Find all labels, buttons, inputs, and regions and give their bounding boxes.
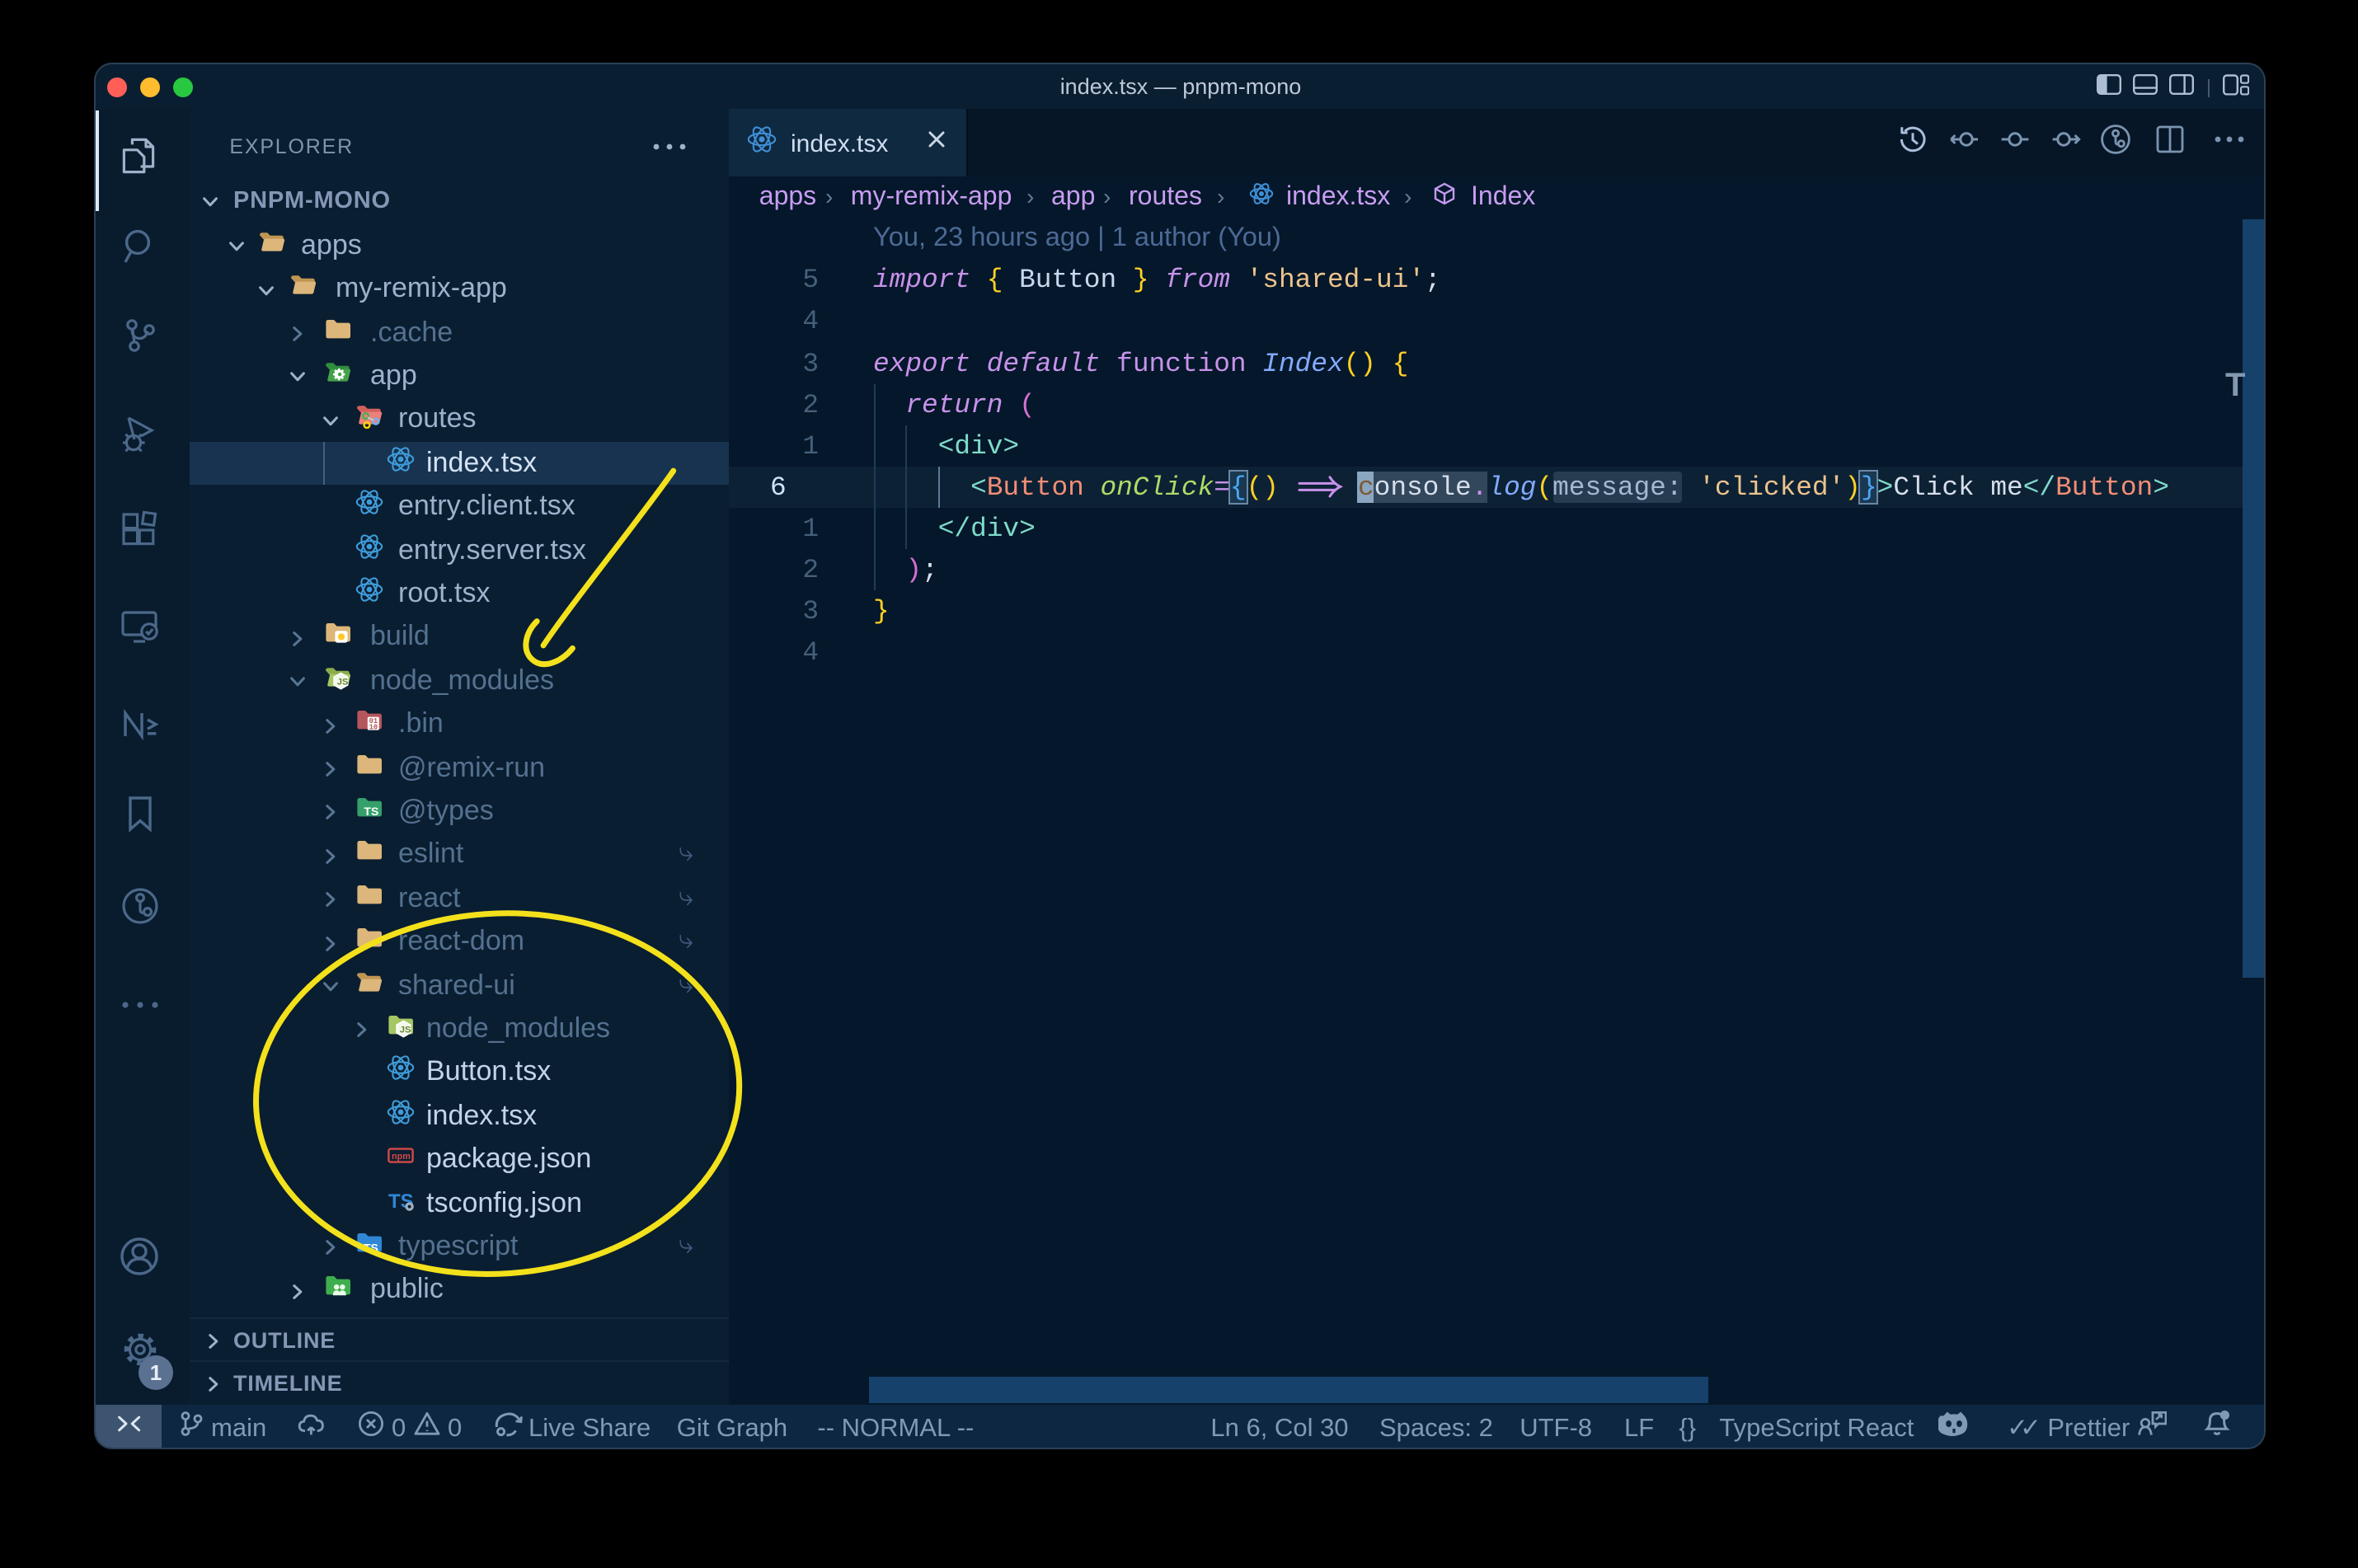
- svg-text:TS: TS: [363, 805, 378, 818]
- svg-text:10: 10: [369, 724, 378, 732]
- svg-text:TS: TS: [363, 1241, 378, 1254]
- svg-text:JS: JS: [399, 1025, 411, 1035]
- svg-text:npm: npm: [391, 1152, 410, 1162]
- svg-text:JS: JS: [337, 677, 349, 687]
